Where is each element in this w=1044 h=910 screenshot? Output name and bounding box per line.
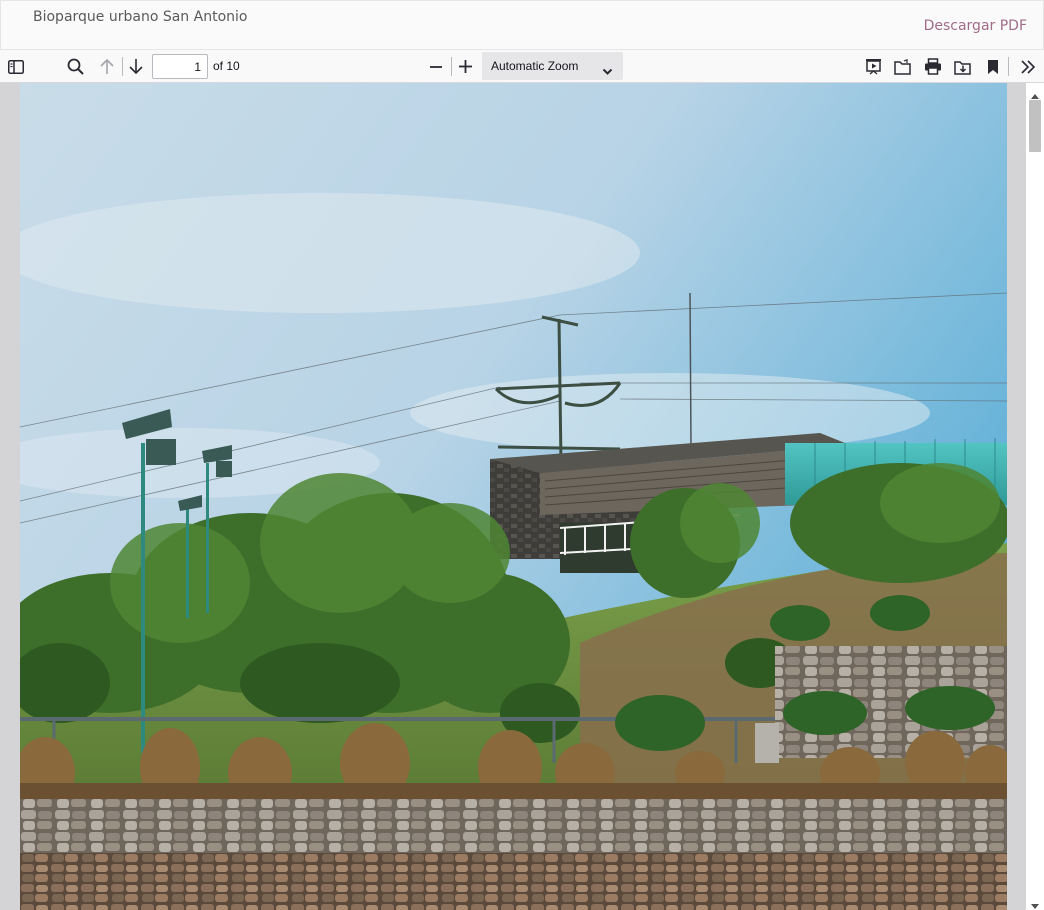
zoom-select[interactable]: Automatic Zoom [482,52,623,80]
sidebar-toggle-icon [8,59,24,74]
double-chevron-right-icon [1020,59,1036,74]
save-button[interactable] [950,54,976,79]
plus-icon [458,59,473,74]
print-button[interactable] [920,54,946,79]
header-bar: Bioparque urbano San Antonio Descargar P… [0,0,1044,50]
zoom-select-value: Automatic Zoom [491,59,579,73]
document-viewer[interactable] [0,83,1044,910]
find-button[interactable] [62,54,88,79]
arrow-up-icon [99,58,115,75]
presentation-mode-button[interactable] [860,54,886,79]
sidebar-toggle-button[interactable] [3,54,29,79]
scroll-up-arrow-icon[interactable] [1030,87,1040,99]
search-icon [67,58,84,75]
pdf-toolbar: of 10 Automatic Zoom [0,50,1044,83]
zoom-out-button[interactable] [423,54,449,79]
bookmark-icon [987,59,999,75]
presentation-mode-icon [865,58,882,75]
document-title: Bioparque urbano San Antonio [33,9,248,25]
arrow-down-icon [128,58,144,75]
chevron-down-icon [602,61,613,80]
bookmark-button[interactable] [980,54,1006,79]
scrollbar-thumb[interactable] [1029,100,1041,152]
scroll-down-arrow-icon[interactable] [1030,896,1040,909]
download-icon [954,59,972,75]
vertical-scrollbar[interactable] [1026,83,1044,910]
pdf-page [20,83,1007,910]
minus-icon [429,60,443,74]
page-count-label: of 10 [213,59,240,73]
download-pdf-link[interactable]: Descargar PDF [924,18,1027,34]
previous-page-button[interactable] [94,54,120,79]
zoom-in-button[interactable] [452,54,478,79]
tools-button[interactable] [1015,54,1041,79]
open-file-icon [894,58,912,75]
page-photo [20,83,1007,910]
print-icon [924,58,942,75]
page-number-input[interactable] [152,54,208,79]
toolbar-separator [1008,57,1009,76]
open-file-button[interactable] [890,54,916,79]
next-page-button[interactable] [123,54,149,79]
